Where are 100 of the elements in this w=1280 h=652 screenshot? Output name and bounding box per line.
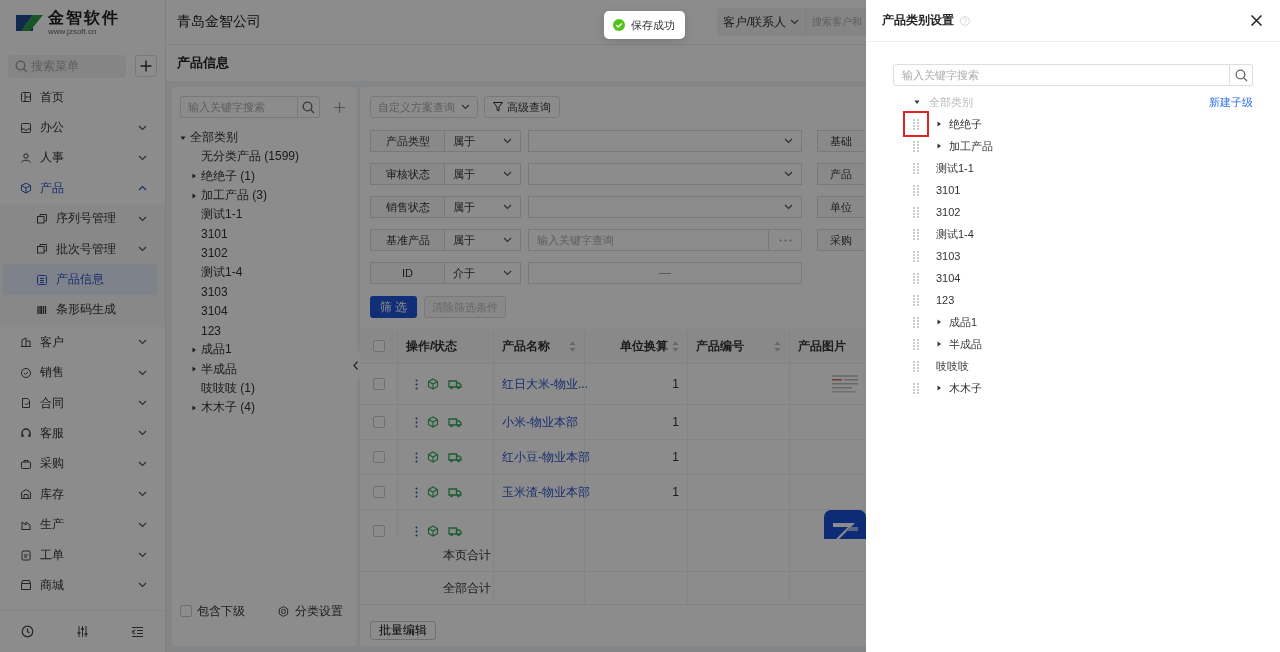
caret-icon[interactable] [191,173,197,180]
caret-icon[interactable] [936,319,942,325]
sort-icon[interactable] [672,340,679,352]
tree-node[interactable]: 加工产品 (3) [180,185,349,206]
menu-item[interactable]: 生产 [0,509,165,540]
tree-node[interactable]: 测试1-4 [180,263,349,283]
tree-node[interactable]: 123 [180,320,349,341]
value-select[interactable] [528,163,802,185]
caret-icon[interactable] [191,404,197,411]
row-checkbox[interactable] [372,451,385,463]
drag-handle-icon[interactable] [913,118,919,130]
truck-icon[interactable] [448,416,462,428]
caret-icon[interactable] [180,134,186,141]
product-name-link[interactable]: 玉米渣-物业本部 [502,483,590,501]
advanced-search-button[interactable]: 高级查询 [484,96,560,118]
drag-handle-icon[interactable] [913,206,919,218]
category-item[interactable]: 绝绝子 [949,116,982,132]
row-checkbox[interactable] [372,416,385,428]
category-item[interactable]: 测试1-4 [936,226,974,242]
category-item[interactable]: 木木子 [949,380,982,396]
caret-icon[interactable] [936,143,942,149]
menu-item[interactable]: 产品 [0,173,165,204]
drag-handle-icon[interactable] [913,338,919,350]
caret-icon[interactable] [191,192,197,199]
tree-node[interactable]: 木木子 (4) [180,398,349,418]
tree-node[interactable]: 吱吱吱 (1) [180,378,349,399]
tree-node[interactable]: 绝绝子 (1) [180,166,349,186]
filter-button[interactable]: 筛 选 [370,296,418,318]
truck-icon[interactable] [448,525,462,537]
operator-select[interactable]: 属于 [445,229,521,251]
category-item[interactable]: 3103 [936,250,961,262]
menu-item[interactable]: 采购 [0,448,165,480]
drag-handle-icon[interactable] [913,316,919,328]
operator-select[interactable]: 属于 [445,130,521,152]
cube-icon[interactable] [427,416,439,428]
submenu-item[interactable]: 批次号管理 [0,233,165,265]
category-item[interactable]: 成品1 [949,314,978,330]
tree-node[interactable]: 无分类产品 (1599) [180,147,349,167]
menu-item[interactable]: 库存 [0,479,165,510]
more-icon[interactable] [415,451,418,463]
drag-handle-icon[interactable] [913,250,919,262]
drag-handle-icon[interactable] [913,140,919,152]
sliders-icon[interactable] [76,625,89,638]
more-icon[interactable] [415,525,418,537]
new-child-link[interactable]: 新建子级 [1209,94,1253,110]
category-settings-link[interactable]: 分类设置 [278,602,343,620]
truck-icon[interactable] [448,451,462,463]
tree-node[interactable]: 3102 [180,243,349,264]
value-select[interactable] [528,196,802,218]
drag-handle-icon[interactable] [913,272,919,284]
menu-item[interactable]: 商城 [0,570,165,601]
submenu-item[interactable]: 条形码生成 [0,294,165,326]
category-item[interactable]: 吱吱吱 [936,358,969,374]
caret-icon[interactable] [936,385,942,391]
product-name-link[interactable]: 红日大米-物业... [502,375,588,393]
menu-item[interactable]: 销售 [0,357,165,388]
operator-select[interactable]: 属于 [445,163,521,185]
drag-handle-icon[interactable] [913,184,919,196]
row-checkbox[interactable] [372,378,385,390]
close-icon[interactable] [1251,15,1262,26]
caret-icon[interactable] [191,346,197,353]
search-button[interactable] [297,96,320,118]
menu-item[interactable]: 工单 [0,539,165,571]
drag-handle-icon[interactable] [913,228,919,240]
caret-icon[interactable] [191,366,197,373]
caret-icon[interactable] [936,341,942,347]
category-item[interactable]: 半成品 [949,336,982,352]
sort-icon[interactable] [569,340,576,352]
select-all-checkbox[interactable] [372,340,385,352]
truck-icon[interactable] [448,486,462,498]
category-item[interactable]: 加工产品 [949,138,993,154]
menu-item[interactable]: 客服 [0,418,165,449]
cube-icon[interactable] [427,525,439,537]
more-icon[interactable] [415,486,418,498]
category-item[interactable]: 测试1-1 [936,160,974,176]
batch-edit-button[interactable]: 批量编辑 [370,621,436,640]
scope-dropdown[interactable]: 客户/联系人 [716,8,806,36]
category-item[interactable]: 3102 [936,206,961,218]
tree-node[interactable]: 3104 [180,301,349,321]
cube-icon[interactable] [427,486,439,498]
plus-icon[interactable] [334,101,345,113]
menu-item[interactable]: 首页 [0,82,165,113]
drag-handle-icon[interactable] [913,382,919,394]
collapse-menu-icon[interactable] [131,625,144,638]
tree-node[interactable]: 3101 [180,224,349,244]
truck-icon[interactable] [448,378,462,390]
tree-node[interactable]: 半成品 [180,359,349,379]
checkbox[interactable] [180,605,192,617]
drag-handle-icon[interactable] [913,162,919,174]
product-name-link[interactable]: 红小豆-物业本部 [502,448,590,466]
drag-handle-icon[interactable] [913,360,919,372]
sort-icon[interactable] [774,340,781,352]
more-icon[interactable] [415,416,418,428]
operator-select[interactable]: 介于 [445,262,521,284]
menu-item[interactable]: 办公 [0,112,165,143]
submenu-item[interactable]: 产品信息 [3,264,157,295]
value-select[interactable] [528,130,802,152]
menu-item[interactable]: 客户 [0,327,165,358]
tree-node[interactable]: 全部类别 [180,128,349,148]
more-icon[interactable] [415,378,418,390]
